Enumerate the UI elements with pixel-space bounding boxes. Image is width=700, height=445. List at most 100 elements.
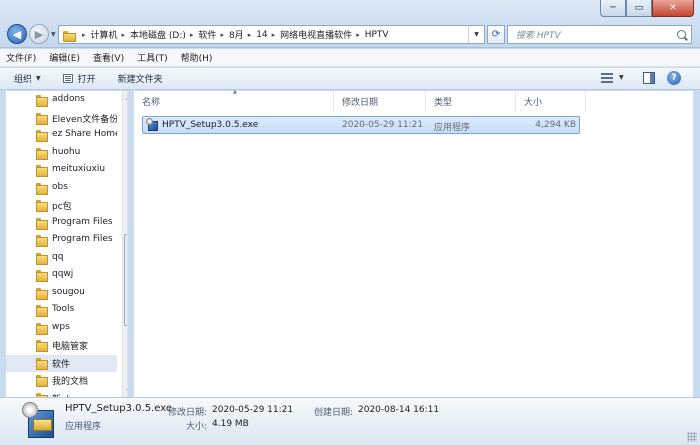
tree-item-label: huohu <box>52 146 81 157</box>
maximize-button[interactable]: ▭ <box>626 0 652 17</box>
folder-icon <box>36 95 48 107</box>
tree-item-label: pc包 <box>52 202 72 212</box>
back-button[interactable]: ◀ <box>7 24 27 44</box>
folder-icon <box>36 252 48 265</box>
scroll-up-arrow[interactable]: ▲ <box>123 91 127 103</box>
refresh-button[interactable]: ⟳ <box>487 25 505 44</box>
details-modified-value: 2020-05-29 11:21 <box>212 405 294 415</box>
navigation-scrollbar[interactable]: ▲ ▼ <box>122 91 127 397</box>
tree-item[interactable]: qqwj <box>6 267 117 284</box>
minimize-button[interactable]: ─ <box>600 0 626 17</box>
tree-item-label: 电脑管家 <box>52 342 89 352</box>
breadcrumb-iptv-software[interactable]: 网络电视直播软件 <box>280 28 352 41</box>
tree-item[interactable]: 新obs <box>6 390 117 397</box>
tree-item-label: qq <box>52 251 64 262</box>
folder-icon <box>36 200 48 212</box>
menu-view[interactable]: 查看(V) <box>93 51 124 64</box>
tree-item-label: 软件 <box>52 359 71 370</box>
navigation-pane: 新obs 我的文档 软件 电脑管家 wps Tools sougou qqwj qq Progra… <box>6 91 128 397</box>
folder-icon <box>36 375 48 387</box>
forward-button[interactable]: ▶ <box>29 24 49 44</box>
folder-icon <box>36 182 48 195</box>
column-header-name[interactable]: 名称 ▲ <box>134 89 334 112</box>
breadcrumb-separator[interactable]: ▸ <box>82 31 86 39</box>
preview-pane-icon[interactable] <box>643 72 655 84</box>
file-name: HPTV_Setup3.0.5.exe <box>162 120 259 130</box>
address-history-dropdown[interactable]: ▼ <box>468 26 484 43</box>
folder-icon <box>36 357 48 370</box>
tree-item[interactable]: meituxiuxiu <box>6 162 117 179</box>
resize-grip-icon[interactable] <box>687 432 697 442</box>
tree-item[interactable]: Program Files <box>6 215 117 232</box>
menu-tools[interactable]: 工具(T) <box>137 51 168 64</box>
tree-item[interactable]: qq <box>6 250 117 267</box>
menu-edit[interactable]: 编辑(E) <box>49 51 80 64</box>
menu-file[interactable]: 文件(F) <box>6 51 36 64</box>
breadcrumb-drive[interactable]: 本地磁盘 (D:) <box>130 28 186 41</box>
file-row[interactable]: HPTV_Setup3.0.5.exe 2020-05-29 11:21 应用程… <box>142 116 580 134</box>
search-placeholder: 搜索 HPTV <box>516 31 561 41</box>
tree-item[interactable]: 电脑管家 <box>6 337 117 354</box>
breadcrumb-14[interactable]: 14 <box>256 30 267 40</box>
sort-indicator-icon: ▲ <box>233 89 237 95</box>
details-created-label: 创建日期: <box>314 408 354 418</box>
address-bar[interactable]: ▸ 计算机 ▸ 本地磁盘 (D:) ▸ 软件 ▸ 8月 ▸ 14 ▸ 网络电视直… <box>58 25 485 44</box>
tree-item[interactable]: 软件 <box>6 354 117 372</box>
breadcrumb-separator[interactable]: ▸ <box>122 31 126 39</box>
breadcrumb-software[interactable]: 软件 <box>198 28 216 41</box>
details-file-type: 应用程序 <box>65 422 102 432</box>
folder-icon <box>36 217 48 230</box>
tree-item-label: Program Files <box>52 234 113 244</box>
organize-button[interactable]: 组织 ▼ <box>14 72 41 85</box>
tree-item-label: meituxiuxiu <box>52 164 106 174</box>
view-options-dropdown[interactable]: ▼ <box>619 74 624 81</box>
details-size-label: 大小: <box>186 422 208 432</box>
scroll-thumb[interactable] <box>124 234 127 326</box>
folder-icon <box>36 305 48 317</box>
tree-item[interactable]: 我的文档 <box>6 372 117 389</box>
tree-item[interactable]: Eleven文件备份 <box>6 110 117 127</box>
breadcrumb-august[interactable]: 8月 <box>229 28 244 41</box>
column-header-size[interactable]: 大小 <box>516 91 586 112</box>
folder-icon <box>36 112 48 125</box>
tree-item[interactable]: obs <box>6 180 117 197</box>
recent-pages-dropdown[interactable]: ▼ <box>51 31 56 38</box>
breadcrumb-hptv[interactable]: HPTV <box>365 30 389 40</box>
tree-item[interactable]: sougou <box>6 285 117 302</box>
tree-item[interactable]: pc包 <box>6 197 117 214</box>
breadcrumb-separator[interactable]: ▸ <box>272 31 276 39</box>
tree-item[interactable]: addons <box>6 92 117 109</box>
new-folder-label: 新建文件夹 <box>117 75 163 85</box>
help-icon[interactable]: ? <box>667 71 681 85</box>
open-button[interactable]: 打开 <box>62 72 96 85</box>
title-bar: ─ ▭ ✕ ◀ ▶ ▼ ▸ 计算机 ▸ 本地磁盘 (D:) ▸ 软件 ▸ 8月 … <box>0 0 700 48</box>
search-icon[interactable] <box>677 30 686 39</box>
column-header-type[interactable]: 类型 <box>426 91 516 112</box>
breadcrumb-separator[interactable]: ▸ <box>356 31 360 39</box>
menu-bar: 文件(F) 编辑(E) 查看(V) 工具(T) 帮助(H) <box>0 49 700 67</box>
tree-item[interactable]: Program Files <box>6 232 117 249</box>
tree-item[interactable]: huohu <box>6 145 117 162</box>
command-bar: 组织 ▼ 打开 新建文件夹 <box>0 68 700 90</box>
tree-item[interactable]: wps <box>6 320 117 337</box>
search-input[interactable]: 搜索 HPTV <box>507 25 692 44</box>
breadcrumb-computer[interactable]: 计算机 <box>91 28 118 41</box>
breadcrumb-separator[interactable]: ▸ <box>248 31 252 39</box>
column-size-label: 大小 <box>524 98 543 108</box>
breadcrumb-separator[interactable]: ▸ <box>220 31 224 39</box>
menu-help[interactable]: 帮助(H) <box>181 51 213 64</box>
close-button[interactable]: ✕ <box>652 0 694 17</box>
file-type: 应用程序 <box>434 123 471 133</box>
file-modified: 2020-05-29 11:21 <box>342 120 424 130</box>
new-folder-button[interactable]: 新建文件夹 <box>118 72 163 85</box>
change-view-icon[interactable] <box>601 73 613 83</box>
scroll-down-arrow[interactable]: ▼ <box>123 385 127 397</box>
tree-item-label: obs <box>52 181 68 192</box>
chevron-down-icon: ▼ <box>36 75 41 82</box>
column-header-modified[interactable]: 修改日期 <box>334 91 426 112</box>
tree-item[interactable]: ez Share Home <box>6 127 117 144</box>
file-list: 名称 ▲ 修改日期 类型 大小 HPTV_Setup3.0.5.exe 2020… <box>134 89 693 397</box>
tree-item[interactable]: Tools <box>6 302 117 319</box>
details-pane: HPTV_Setup3.0.5.exe 应用程序 修改日期: 2020-05-2… <box>0 397 700 445</box>
breadcrumb-separator[interactable]: ▸ <box>190 31 194 39</box>
